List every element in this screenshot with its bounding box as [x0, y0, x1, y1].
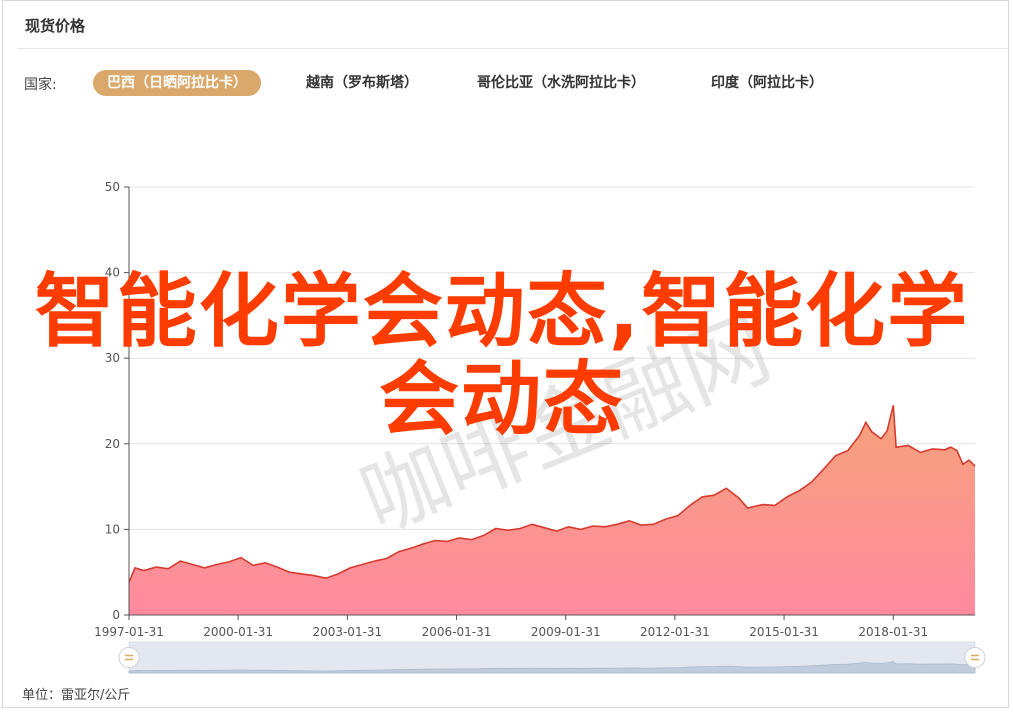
overlay-headline: 智能化学会动态,智能化学会动态 [34, 265, 970, 446]
y-tick-label: 10 [105, 522, 120, 536]
zoom-slider-window [129, 642, 975, 673]
y-tick-label: 0 [112, 608, 120, 622]
zoom-handle-knob [118, 647, 140, 668]
zoom-handle-right[interactable] [964, 647, 986, 668]
zoom-handle-left[interactable] [118, 647, 140, 668]
unit-label: 单位：雷亚尔/公斤 [22, 688, 131, 703]
x-tick-label: 2015-01-31 [749, 625, 819, 639]
x-tick-label: 2009-01-31 [531, 625, 601, 639]
x-tick-label: 2000-01-31 [203, 625, 273, 639]
x-tick-label: 2012-01-31 [640, 625, 710, 639]
y-tick-label: 50 [105, 180, 120, 194]
x-tick-label: 1997-01-31 [94, 625, 164, 639]
x-tick-label: 2003-01-31 [312, 625, 382, 639]
x-tick-label: 2006-01-31 [422, 625, 492, 639]
x-tick-label: 2018-01-31 [858, 625, 928, 639]
zoom-handle-knob [964, 647, 986, 668]
